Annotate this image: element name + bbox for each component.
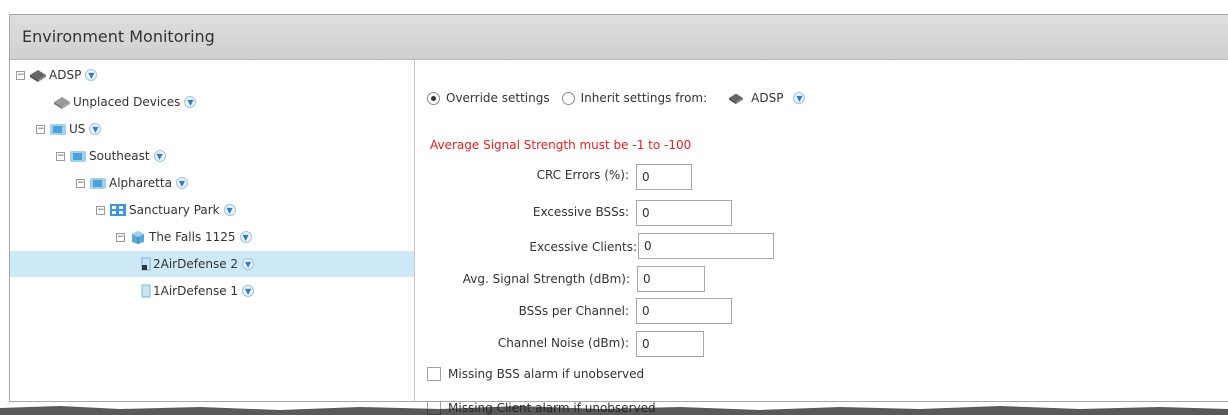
crc-errors-label: CRC Errors (%): [536,168,629,182]
tree-node-southeast[interactable]: − Southeast ▼ [56,143,166,169]
collapse-toggle-icon[interactable]: − [96,205,105,215]
chevron-down-icon[interactable]: ▼ [175,177,188,189]
bsss-per-channel-input[interactable] [636,298,732,324]
tree-node-label: Southeast [89,149,150,163]
devices-icon [54,97,70,109]
tree-node-airdefense-1[interactable]: 1 AirDefense 1 ▼ [141,278,255,304]
missing-bss-label: Missing BSS alarm if unobserved [448,367,645,381]
chevron-down-icon[interactable]: ▼ [793,92,806,104]
avg-signal-strength-input[interactable] [637,266,705,292]
collapse-toggle-icon[interactable]: − [16,70,25,80]
override-radio[interactable] [427,91,440,105]
floor-number: 1 [153,284,161,298]
excessive-bsss-label: Excessive BSSs: [532,205,629,219]
channel-noise-label: Channel Noise (dBm): [497,336,629,350]
settings-source-row: Override settings Inherit settings from:… [427,91,806,105]
tree-node-unplaced-devices[interactable]: Unplaced Devices ▼ [53,89,197,115]
collapse-toggle-icon[interactable]: − [56,151,65,161]
floor-icon [141,284,151,298]
tree-node-label: AirDefense 1 [160,284,239,298]
chevron-down-icon[interactable]: ▼ [242,285,255,297]
excessive-clients-label: Excessive Clients: [529,240,637,254]
collapse-toggle-icon[interactable]: − [116,232,125,242]
folder-region-icon [90,178,106,189]
tree-node-label: US [69,122,86,136]
adsp-server-icon [30,70,46,82]
missing-bss-checkbox[interactable] [427,367,441,381]
excessive-bsss-input[interactable] [636,200,732,226]
bsss-per-channel-label: BSSs per Channel: [518,304,629,318]
tree-node-label: Unplaced Devices [73,95,181,109]
environment-monitoring-panel: Environment Monitoring − ADSP ▼ Unplaced… [9,14,1228,415]
cropped-edge-artifact [0,406,1228,415]
panel-header: Environment Monitoring [10,15,1228,60]
tree-node-alpharetta[interactable]: − Alpharetta ▼ [76,170,188,196]
collapse-toggle-icon[interactable]: − [76,178,85,188]
settings-panel: Override settings Inherit settings from:… [415,60,1228,415]
tree-node-us[interactable]: − US ▼ [36,116,102,142]
chevron-down-icon[interactable]: ▼ [89,123,102,135]
adsp-server-icon [729,93,744,105]
chevron-down-icon[interactable]: ▼ [184,96,197,108]
chevron-down-icon[interactable]: ▼ [223,204,236,216]
missing-bss-row[interactable]: Missing BSS alarm if unobserved [427,367,644,381]
tree-node-label: AirDefense 2 [160,257,239,271]
chevron-down-icon[interactable]: ▼ [239,231,252,243]
chevron-down-icon[interactable]: ▼ [153,150,166,162]
tree-node-airdefense-2[interactable]: 2 AirDefense 2 ▼ [10,251,414,277]
inherit-radio[interactable] [561,91,575,105]
tree-node-sanctuary-park[interactable]: − Sanctuary Park ▼ [96,197,236,223]
collapse-toggle-icon[interactable]: − [36,124,45,134]
chevron-down-icon[interactable]: ▼ [242,258,255,270]
tree-node-label: Alpharetta [109,176,172,190]
floor-number: 2 [153,257,161,271]
channel-noise-input[interactable] [636,331,704,357]
chevron-down-icon[interactable]: ▼ [85,69,98,81]
folder-region-icon [70,151,86,162]
inherit-source-select[interactable]: ADSP [751,91,783,105]
tree-node-adsp[interactable]: − ADSP ▼ [16,62,98,88]
validation-error: Average Signal Strength must be -1 to -1… [430,138,692,152]
campus-icon [110,204,126,216]
floor-icon [141,257,151,271]
building-icon [132,231,144,244]
inherit-label: Inherit settings from: [580,91,708,105]
tree-node-label: ADSP [49,68,82,82]
device-tree: − ADSP ▼ Unplaced Devices ▼ − US ▼ − Sou… [10,60,415,401]
tree-node-label: The Falls 1125 [149,230,236,244]
tree-node-label: Sanctuary Park [129,203,220,217]
panel-title: Environment Monitoring [22,27,215,46]
avg-signal-strength-label: Avg. Signal Strength (dBm): [462,272,630,286]
override-label: Override settings [446,91,550,105]
folder-region-icon [50,124,66,135]
excessive-clients-input[interactable] [638,233,774,259]
crc-errors-input[interactable] [636,164,692,190]
tree-node-the-falls-1125[interactable]: − The Falls 1125 ▼ [116,224,252,250]
